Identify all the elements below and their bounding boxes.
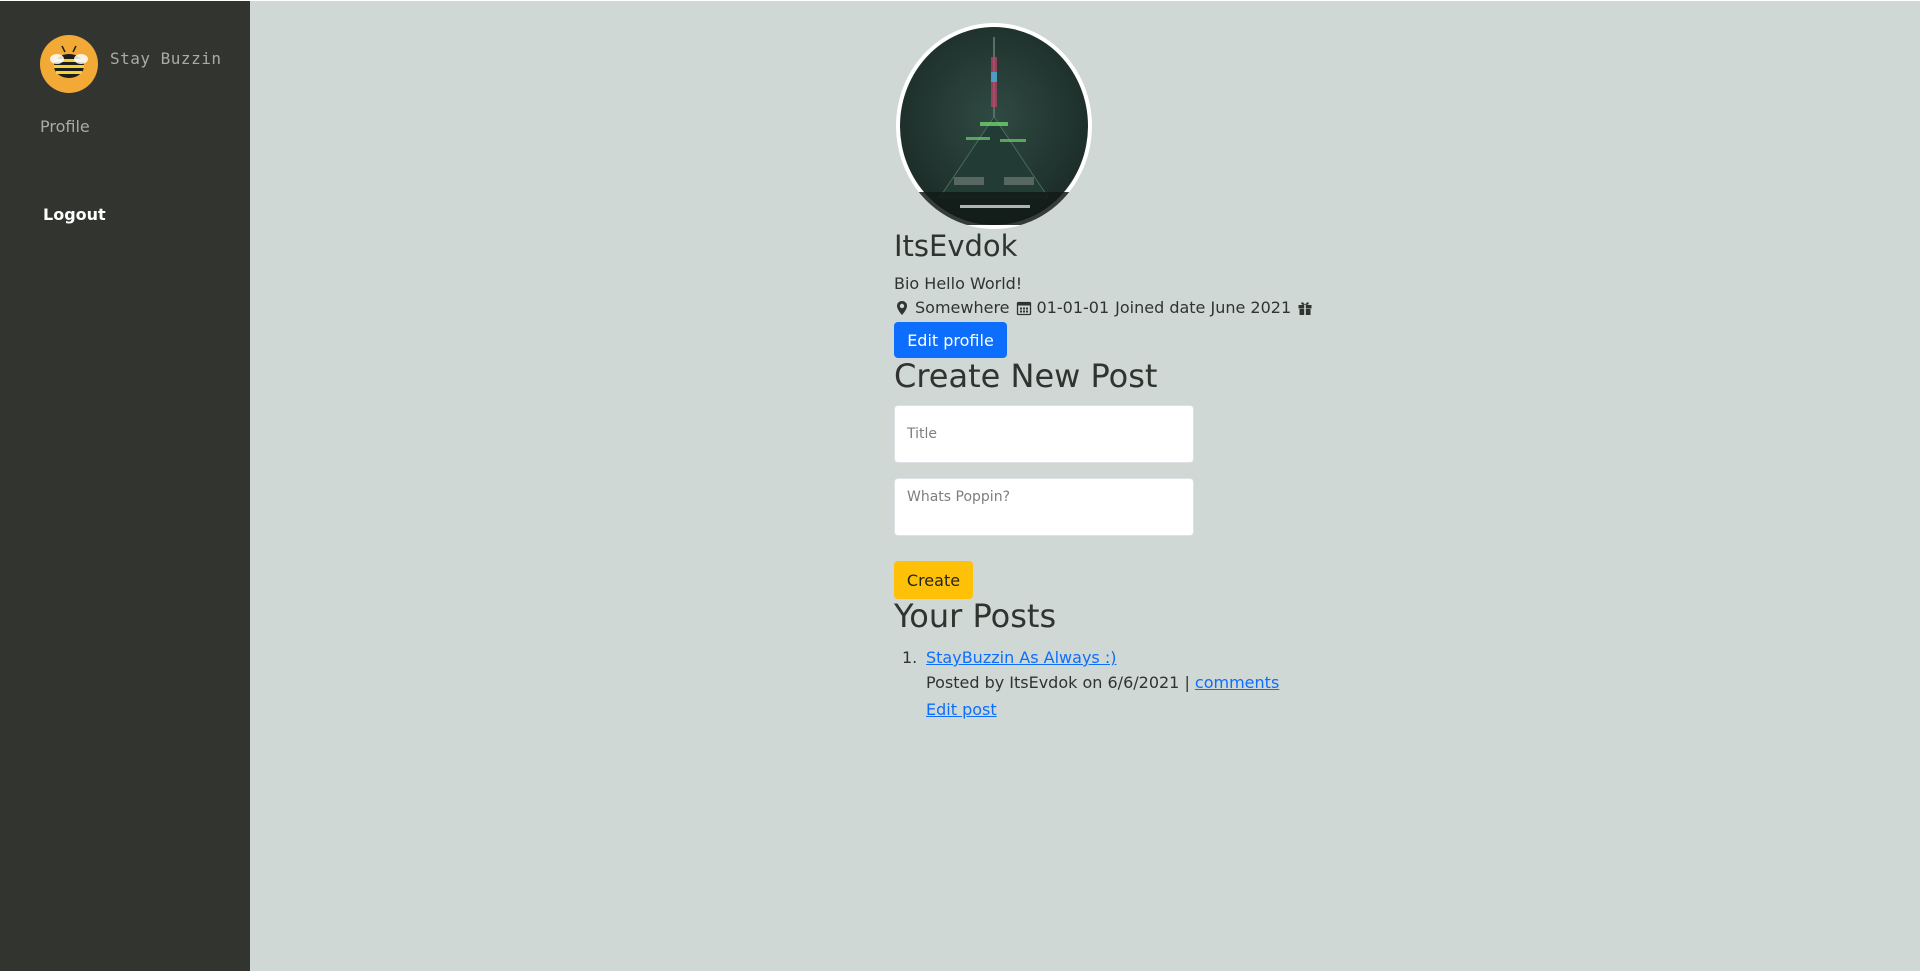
brand-name[interactable]: Stay Buzzin [110,49,221,68]
comments-link[interactable]: comments [1195,673,1279,692]
avatar [896,23,1092,229]
post-number: 1. [902,648,918,667]
post-title-field [894,405,1194,463]
post-byline-text: Posted by ItsEvdok on 6/6/2021 | [926,673,1190,692]
your-posts-heading: Your Posts [894,597,1057,635]
joined-date-text: Joined date June 2021 [1115,298,1292,317]
bio-text: Bio Hello World! [894,274,1023,293]
sidebar: Stay Buzzin Profile Logout [0,1,250,971]
post-body-input[interactable] [895,479,1193,535]
brand[interactable]: Stay Buzzin [40,35,221,93]
posts-list: 1. StayBuzzin As Always :) Posted by Its… [894,645,1494,722]
calendar-icon [1016,300,1032,316]
profile-meta: Somewhere 01-01-01 Joined date June 2021 [894,298,1318,317]
create-post-heading: Create New Post [894,357,1158,395]
post-title-link[interactable]: StayBuzzin As Always :) [926,648,1116,667]
post-title-input[interactable] [895,406,1193,462]
username: ItsEvdok [894,229,1018,263]
top-border [0,0,1920,1]
map-marker-icon [894,300,910,316]
logout-button[interactable]: Logout [43,205,106,224]
bee-logo-icon [40,35,98,93]
location-text: Somewhere [915,298,1010,317]
edit-post-link[interactable]: Edit post [926,697,1494,722]
post-byline: Posted by ItsEvdok on 6/6/2021 | comment… [926,670,1494,695]
sidebar-item-profile[interactable]: Profile [40,117,90,136]
list-item: 1. StayBuzzin As Always :) Posted by Its… [894,645,1494,722]
birthday-text: 01-01-01 [1036,298,1110,317]
gift-icon [1297,300,1313,316]
edit-profile-button[interactable]: Edit profile [894,322,1007,358]
create-post-button[interactable]: Create [894,561,973,599]
post-body-field [894,478,1194,536]
